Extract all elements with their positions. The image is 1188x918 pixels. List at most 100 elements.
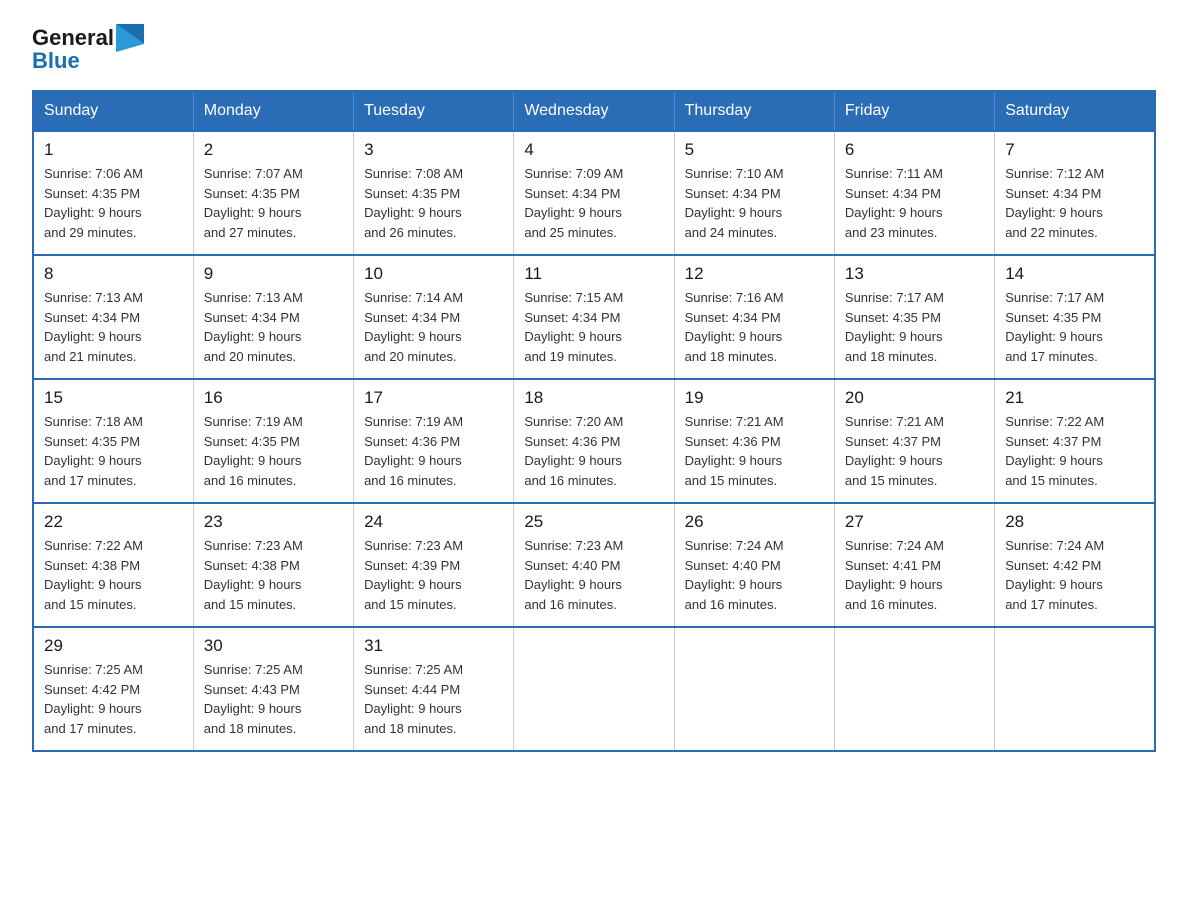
day-info: Sunrise: 7:21 AM Sunset: 4:36 PM Dayligh… — [685, 412, 824, 490]
day-number: 26 — [685, 512, 824, 532]
day-info: Sunrise: 7:23 AM Sunset: 4:38 PM Dayligh… — [204, 536, 343, 614]
day-number: 17 — [364, 388, 503, 408]
day-info: Sunrise: 7:24 AM Sunset: 4:42 PM Dayligh… — [1005, 536, 1144, 614]
calendar-cell: 27 Sunrise: 7:24 AM Sunset: 4:41 PM Dayl… — [834, 503, 994, 627]
calendar-cell: 13 Sunrise: 7:17 AM Sunset: 4:35 PM Dayl… — [834, 255, 994, 379]
calendar-cell: 1 Sunrise: 7:06 AM Sunset: 4:35 PM Dayli… — [33, 131, 193, 255]
day-info: Sunrise: 7:09 AM Sunset: 4:34 PM Dayligh… — [524, 164, 663, 242]
calendar-cell: 6 Sunrise: 7:11 AM Sunset: 4:34 PM Dayli… — [834, 131, 994, 255]
day-number: 14 — [1005, 264, 1144, 284]
day-number: 28 — [1005, 512, 1144, 532]
day-number: 12 — [685, 264, 824, 284]
day-number: 29 — [44, 636, 183, 656]
day-info: Sunrise: 7:23 AM Sunset: 4:40 PM Dayligh… — [524, 536, 663, 614]
calendar-cell: 22 Sunrise: 7:22 AM Sunset: 4:38 PM Dayl… — [33, 503, 193, 627]
calendar-cell: 30 Sunrise: 7:25 AM Sunset: 4:43 PM Dayl… — [193, 627, 353, 751]
calendar-cell: 29 Sunrise: 7:25 AM Sunset: 4:42 PM Dayl… — [33, 627, 193, 751]
logo-blue: Blue — [32, 48, 80, 74]
day-info: Sunrise: 7:06 AM Sunset: 4:35 PM Dayligh… — [44, 164, 183, 242]
day-info: Sunrise: 7:19 AM Sunset: 4:35 PM Dayligh… — [204, 412, 343, 490]
day-number: 20 — [845, 388, 984, 408]
day-number: 10 — [364, 264, 503, 284]
day-number: 23 — [204, 512, 343, 532]
calendar-cell: 23 Sunrise: 7:23 AM Sunset: 4:38 PM Dayl… — [193, 503, 353, 627]
calendar-cell: 14 Sunrise: 7:17 AM Sunset: 4:35 PM Dayl… — [995, 255, 1155, 379]
day-info: Sunrise: 7:16 AM Sunset: 4:34 PM Dayligh… — [685, 288, 824, 366]
calendar-cell: 11 Sunrise: 7:15 AM Sunset: 4:34 PM Dayl… — [514, 255, 674, 379]
calendar-cell: 16 Sunrise: 7:19 AM Sunset: 4:35 PM Dayl… — [193, 379, 353, 503]
header-sunday: Sunday — [33, 91, 193, 131]
calendar-cell: 15 Sunrise: 7:18 AM Sunset: 4:35 PM Dayl… — [33, 379, 193, 503]
week-row-2: 8 Sunrise: 7:13 AM Sunset: 4:34 PM Dayli… — [33, 255, 1155, 379]
day-info: Sunrise: 7:17 AM Sunset: 4:35 PM Dayligh… — [845, 288, 984, 366]
calendar-cell: 21 Sunrise: 7:22 AM Sunset: 4:37 PM Dayl… — [995, 379, 1155, 503]
calendar-cell: 4 Sunrise: 7:09 AM Sunset: 4:34 PM Dayli… — [514, 131, 674, 255]
day-number: 6 — [845, 140, 984, 160]
calendar-cell: 7 Sunrise: 7:12 AM Sunset: 4:34 PM Dayli… — [995, 131, 1155, 255]
day-number: 19 — [685, 388, 824, 408]
day-info: Sunrise: 7:24 AM Sunset: 4:40 PM Dayligh… — [685, 536, 824, 614]
calendar-cell: 2 Sunrise: 7:07 AM Sunset: 4:35 PM Dayli… — [193, 131, 353, 255]
day-info: Sunrise: 7:18 AM Sunset: 4:35 PM Dayligh… — [44, 412, 183, 490]
day-info: Sunrise: 7:07 AM Sunset: 4:35 PM Dayligh… — [204, 164, 343, 242]
day-info: Sunrise: 7:13 AM Sunset: 4:34 PM Dayligh… — [44, 288, 183, 366]
calendar-cell: 20 Sunrise: 7:21 AM Sunset: 4:37 PM Dayl… — [834, 379, 994, 503]
day-number: 24 — [364, 512, 503, 532]
calendar-cell: 5 Sunrise: 7:10 AM Sunset: 4:34 PM Dayli… — [674, 131, 834, 255]
week-row-1: 1 Sunrise: 7:06 AM Sunset: 4:35 PM Dayli… — [33, 131, 1155, 255]
calendar-cell: 24 Sunrise: 7:23 AM Sunset: 4:39 PM Dayl… — [354, 503, 514, 627]
day-number: 2 — [204, 140, 343, 160]
day-info: Sunrise: 7:20 AM Sunset: 4:36 PM Dayligh… — [524, 412, 663, 490]
day-info: Sunrise: 7:17 AM Sunset: 4:35 PM Dayligh… — [1005, 288, 1144, 366]
calendar-cell: 18 Sunrise: 7:20 AM Sunset: 4:36 PM Dayl… — [514, 379, 674, 503]
day-number: 13 — [845, 264, 984, 284]
week-row-3: 15 Sunrise: 7:18 AM Sunset: 4:35 PM Dayl… — [33, 379, 1155, 503]
logo: General Blue — [32, 24, 144, 74]
day-number: 7 — [1005, 140, 1144, 160]
day-number: 3 — [364, 140, 503, 160]
day-number: 1 — [44, 140, 183, 160]
calendar-cell: 3 Sunrise: 7:08 AM Sunset: 4:35 PM Dayli… — [354, 131, 514, 255]
logo-icon — [116, 24, 144, 52]
day-info: Sunrise: 7:25 AM Sunset: 4:42 PM Dayligh… — [44, 660, 183, 738]
day-info: Sunrise: 7:15 AM Sunset: 4:34 PM Dayligh… — [524, 288, 663, 366]
calendar-cell: 8 Sunrise: 7:13 AM Sunset: 4:34 PM Dayli… — [33, 255, 193, 379]
calendar-cell — [834, 627, 994, 751]
day-number: 18 — [524, 388, 663, 408]
calendar-cell: 12 Sunrise: 7:16 AM Sunset: 4:34 PM Dayl… — [674, 255, 834, 379]
day-info: Sunrise: 7:14 AM Sunset: 4:34 PM Dayligh… — [364, 288, 503, 366]
day-info: Sunrise: 7:08 AM Sunset: 4:35 PM Dayligh… — [364, 164, 503, 242]
day-number: 27 — [845, 512, 984, 532]
calendar-cell: 25 Sunrise: 7:23 AM Sunset: 4:40 PM Dayl… — [514, 503, 674, 627]
week-row-4: 22 Sunrise: 7:22 AM Sunset: 4:38 PM Dayl… — [33, 503, 1155, 627]
calendar-header-row: SundayMondayTuesdayWednesdayThursdayFrid… — [33, 91, 1155, 131]
day-info: Sunrise: 7:21 AM Sunset: 4:37 PM Dayligh… — [845, 412, 984, 490]
calendar-cell — [514, 627, 674, 751]
day-info: Sunrise: 7:24 AM Sunset: 4:41 PM Dayligh… — [845, 536, 984, 614]
day-number: 16 — [204, 388, 343, 408]
calendar-cell: 10 Sunrise: 7:14 AM Sunset: 4:34 PM Dayl… — [354, 255, 514, 379]
day-number: 30 — [204, 636, 343, 656]
header-saturday: Saturday — [995, 91, 1155, 131]
day-info: Sunrise: 7:19 AM Sunset: 4:36 PM Dayligh… — [364, 412, 503, 490]
header-wednesday: Wednesday — [514, 91, 674, 131]
day-info: Sunrise: 7:12 AM Sunset: 4:34 PM Dayligh… — [1005, 164, 1144, 242]
calendar-cell — [674, 627, 834, 751]
day-number: 11 — [524, 264, 663, 284]
day-number: 4 — [524, 140, 663, 160]
calendar-table: SundayMondayTuesdayWednesdayThursdayFrid… — [32, 90, 1156, 752]
day-info: Sunrise: 7:22 AM Sunset: 4:37 PM Dayligh… — [1005, 412, 1144, 490]
page-header: General Blue — [32, 24, 1156, 74]
week-row-5: 29 Sunrise: 7:25 AM Sunset: 4:42 PM Dayl… — [33, 627, 1155, 751]
day-number: 21 — [1005, 388, 1144, 408]
calendar-cell: 19 Sunrise: 7:21 AM Sunset: 4:36 PM Dayl… — [674, 379, 834, 503]
calendar-cell: 28 Sunrise: 7:24 AM Sunset: 4:42 PM Dayl… — [995, 503, 1155, 627]
calendar-cell: 17 Sunrise: 7:19 AM Sunset: 4:36 PM Dayl… — [354, 379, 514, 503]
day-number: 22 — [44, 512, 183, 532]
day-info: Sunrise: 7:22 AM Sunset: 4:38 PM Dayligh… — [44, 536, 183, 614]
day-number: 25 — [524, 512, 663, 532]
day-number: 15 — [44, 388, 183, 408]
header-monday: Monday — [193, 91, 353, 131]
day-info: Sunrise: 7:10 AM Sunset: 4:34 PM Dayligh… — [685, 164, 824, 242]
header-tuesday: Tuesday — [354, 91, 514, 131]
